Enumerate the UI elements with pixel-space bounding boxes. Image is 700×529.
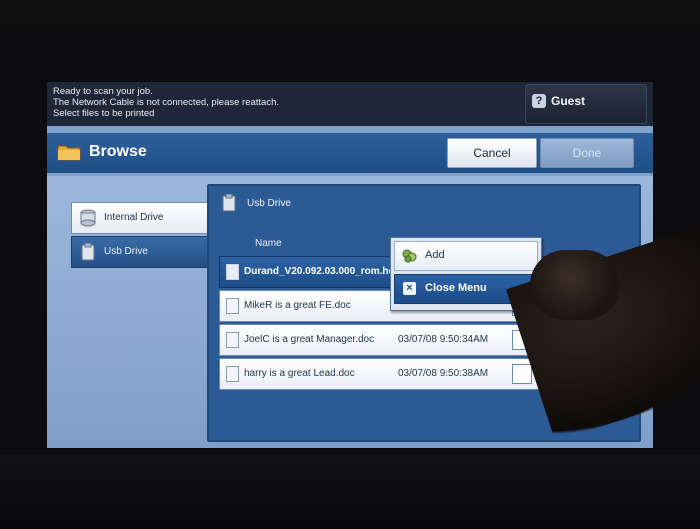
usb-drive-icon xyxy=(81,243,95,261)
folder-icon xyxy=(57,145,81,161)
document-icon xyxy=(226,332,239,348)
guest-label: Guest xyxy=(551,94,586,108)
file-checkbox[interactable] xyxy=(512,364,532,384)
cancel-button[interactable]: Cancel xyxy=(447,138,537,168)
status-line-network: The Network Cable is not connected, plea… xyxy=(53,97,280,108)
browse-header: Browse Cancel Done xyxy=(47,132,653,173)
usb-drive-icon xyxy=(222,194,236,212)
status-line-select: Select files to be printed xyxy=(53,108,155,119)
hard-drive-icon xyxy=(80,209,96,227)
sidebar-item-label: Usb Drive xyxy=(104,246,148,257)
user-fingertip xyxy=(530,250,620,320)
panel-title: Usb Drive xyxy=(247,198,291,209)
done-button[interactable]: Done xyxy=(540,138,634,168)
sidebar-item-label: Internal Drive xyxy=(104,212,164,223)
sidebar-item-usb-drive[interactable]: Usb Drive xyxy=(71,236,211,268)
status-messages: Ready to scan your job. The Network Cabl… xyxy=(53,86,279,119)
file-name: Durand_V20.092.03.000_rom.hd xyxy=(244,266,395,277)
add-icon xyxy=(402,249,417,263)
user-question-icon: ? xyxy=(532,94,546,108)
guest-button[interactable]: ? Guest xyxy=(525,84,647,124)
menu-item-label: Add xyxy=(425,249,445,261)
device-bezel-top xyxy=(0,0,700,80)
column-header-name[interactable]: Name xyxy=(255,238,282,249)
file-name: harry is a great Lead.doc xyxy=(244,368,355,379)
menu-item-add[interactable]: Add xyxy=(394,241,538,271)
document-icon xyxy=(226,264,239,280)
close-icon: × xyxy=(403,282,416,295)
sidebar-item-internal-drive[interactable]: Internal Drive xyxy=(71,202,211,234)
file-date: 03/07/08 9:50:34AM xyxy=(398,334,489,345)
device-bezel-bottom xyxy=(0,455,700,529)
menu-item-label: Close Menu xyxy=(425,282,487,294)
status-line-ready: Ready to scan your job. xyxy=(53,86,153,97)
file-date: 03/07/08 9:50:38AM xyxy=(398,368,489,379)
status-bar: Ready to scan your job. The Network Cabl… xyxy=(47,82,653,126)
document-icon xyxy=(226,366,239,382)
document-icon xyxy=(226,298,239,314)
file-name: JoelC is a great Manager.doc xyxy=(244,334,375,345)
file-name: MikeR is a great FE.doc xyxy=(244,300,351,311)
page-title: Browse xyxy=(89,143,147,160)
